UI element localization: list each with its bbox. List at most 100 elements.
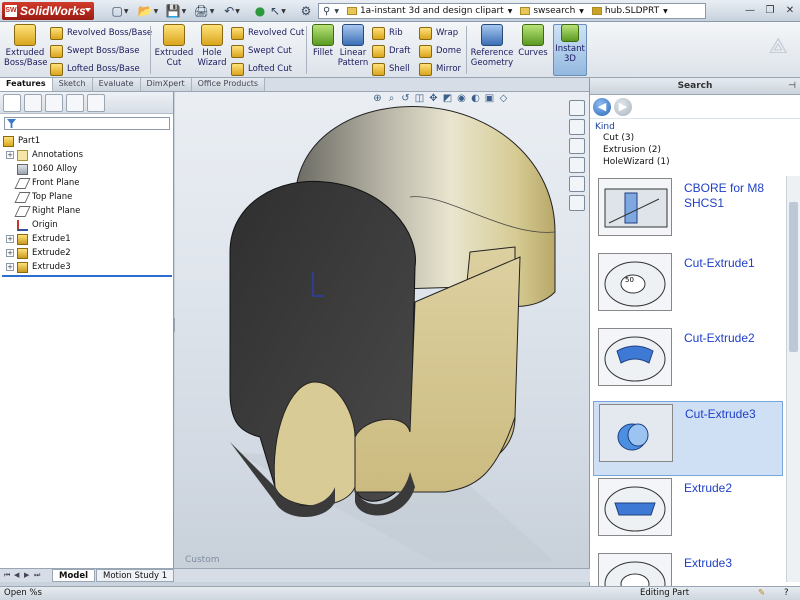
previous-tab-icon[interactable]: ◀ bbox=[14, 571, 22, 580]
expand-icon[interactable]: + bbox=[6, 249, 14, 257]
design-library-icon[interactable] bbox=[569, 119, 585, 135]
solidworks-menu-button[interactable]: SW SolidWorks bbox=[2, 2, 94, 20]
reference-geometry-button[interactable]: Reference Geometry bbox=[470, 24, 514, 68]
kind-item[interactable]: Extrusion (2) bbox=[595, 144, 795, 156]
swept-cut-button[interactable]: Swept Cut bbox=[231, 43, 292, 59]
tab-evaluate[interactable]: Evaluate bbox=[92, 78, 141, 91]
status-bar: Open %s Editing Part ✎ ? bbox=[0, 586, 800, 600]
tree-root-part[interactable]: Part1 bbox=[0, 134, 174, 148]
help-icon[interactable]: ? bbox=[784, 588, 789, 598]
curves-button[interactable]: Curves bbox=[517, 24, 549, 58]
kind-item[interactable]: HoleWizard (1) bbox=[595, 156, 795, 168]
search-results-icon[interactable] bbox=[569, 157, 585, 173]
lofted-cut-button[interactable]: Lofted Cut bbox=[231, 61, 292, 77]
kind-item[interactable]: Cut (3) bbox=[595, 132, 795, 144]
search-result-item[interactable]: 50 Cut-Extrude1 bbox=[593, 251, 783, 326]
minimize-icon[interactable]: — bbox=[740, 2, 760, 19]
forward-arrow-icon[interactable]: ▶ bbox=[614, 97, 632, 116]
result-label: Cut-Extrude1 bbox=[684, 256, 755, 270]
open-folder-icon[interactable]: 📂 ▼ bbox=[136, 3, 160, 19]
revolved-boss-button[interactable]: Revolved Boss/Base bbox=[50, 25, 152, 41]
file-explorer-icon[interactable] bbox=[569, 138, 585, 154]
tree-node-annotations[interactable]: + Annotations bbox=[0, 148, 174, 162]
property-manager-tab-icon[interactable] bbox=[24, 93, 42, 112]
tree-node-top-plane[interactable]: Top Plane bbox=[0, 190, 174, 204]
swept-boss-button[interactable]: Swept Boss/Base bbox=[50, 43, 139, 59]
feature-filter-input[interactable] bbox=[4, 117, 170, 130]
dimxpert-manager-tab-icon[interactable] bbox=[66, 93, 84, 112]
breadcrumb-item[interactable]: 1a-instant 3d and design clipart ▼ bbox=[343, 6, 516, 16]
search-result-item-selected[interactable]: Cut-Extrude3 bbox=[593, 401, 783, 476]
save-icon[interactable]: 💾 ▼ bbox=[164, 3, 188, 19]
back-arrow-icon[interactable]: ◀ bbox=[593, 97, 611, 116]
display-manager-tab-icon[interactable] bbox=[87, 93, 105, 112]
expand-icon[interactable]: + bbox=[6, 263, 14, 271]
tree-node-front-plane[interactable]: Front Plane bbox=[0, 176, 174, 190]
next-tab-icon[interactable]: ▶ bbox=[24, 571, 32, 580]
undo-icon[interactable]: ↶ ▼ bbox=[220, 3, 244, 19]
select-icon[interactable]: ↖ ▼ bbox=[266, 3, 290, 19]
configuration-manager-tab-icon[interactable] bbox=[45, 93, 63, 112]
solidworks-resources-icon[interactable] bbox=[569, 100, 585, 116]
search-icon[interactable]: ⚲ ▼ bbox=[319, 6, 343, 17]
extruded-boss-button[interactable]: Extruded Boss/Base bbox=[4, 24, 47, 68]
graphics-viewport[interactable]: ⊕ ⌕ ↺ ◫ ✥ ◩ ◉ ◐ ▣ ◇ Custom bbox=[175, 92, 589, 568]
expand-icon[interactable]: + bbox=[6, 235, 14, 243]
results-scrollbar[interactable] bbox=[786, 176, 800, 582]
linear-pattern-button[interactable]: Linear Pattern bbox=[336, 24, 370, 68]
revolved-cut-button[interactable]: Revolved Cut bbox=[231, 25, 304, 41]
rollback-bar[interactable] bbox=[2, 275, 172, 277]
draft-button[interactable]: Draft bbox=[372, 43, 410, 59]
search-results-list: CBORE for M8 SHCS1 50 Cut-Extrude1 Cut-E… bbox=[593, 176, 783, 600]
restore-icon[interactable]: ❐ bbox=[760, 2, 780, 19]
tree-node-right-plane[interactable]: Right Plane bbox=[0, 204, 174, 218]
tab-dimxpert[interactable]: DimXpert bbox=[140, 78, 192, 91]
mirror-button[interactable]: Mirror bbox=[419, 61, 461, 77]
lofted-boss-button[interactable]: Lofted Boss/Base bbox=[50, 61, 140, 77]
last-tab-icon[interactable]: ⏭ bbox=[34, 571, 42, 580]
options-gear-icon[interactable]: ⚙ bbox=[294, 3, 318, 19]
tree-node-origin[interactable]: Origin bbox=[0, 218, 174, 232]
result-label: Extrude2 bbox=[684, 481, 733, 495]
hole-wizard-button[interactable]: Hole Wizard bbox=[197, 24, 227, 68]
scrollbar-thumb[interactable] bbox=[789, 202, 798, 352]
part-model[interactable] bbox=[175, 92, 589, 568]
fillet-button[interactable]: Fillet bbox=[310, 24, 336, 58]
tab-office-products[interactable]: Office Products bbox=[191, 78, 266, 91]
view-palette-icon[interactable] bbox=[569, 176, 585, 192]
wrap-button[interactable]: Wrap bbox=[419, 25, 458, 41]
breadcrumb[interactable]: ⚲ ▼ 1a-instant 3d and design clipart ▼ sws… bbox=[318, 3, 706, 19]
revolved-boss-icon bbox=[50, 26, 63, 40]
print-icon[interactable]: 🖨 ▼ bbox=[192, 3, 216, 19]
breadcrumb-item[interactable]: swsearch ▼ bbox=[516, 6, 588, 16]
search-result-item[interactable]: CBORE for M8 SHCS1 bbox=[593, 176, 783, 251]
tab-motion-study-1[interactable]: Motion Study 1 bbox=[96, 569, 175, 582]
tab-sketch[interactable]: Sketch bbox=[52, 78, 93, 91]
search-result-item[interactable]: Cut-Extrude2 bbox=[593, 326, 783, 401]
status-message: Open %s bbox=[4, 588, 42, 598]
app-title: SolidWorks bbox=[20, 4, 86, 18]
pin-icon[interactable]: ⊣ bbox=[788, 78, 796, 94]
tree-node-extrude3[interactable]: + Extrude3 bbox=[0, 260, 174, 274]
instant-3d-button[interactable]: Instant 3D bbox=[555, 24, 585, 64]
rebuild-status-icon[interactable]: ✎ bbox=[758, 588, 765, 598]
first-tab-icon[interactable]: ⏮ bbox=[4, 571, 12, 580]
extruded-cut-button[interactable]: Extruded Cut bbox=[154, 24, 194, 68]
tab-model[interactable]: Model bbox=[52, 569, 96, 582]
dome-button[interactable]: Dome bbox=[419, 43, 461, 59]
close-icon[interactable]: ✕ bbox=[780, 2, 800, 19]
expand-icon[interactable]: + bbox=[6, 151, 14, 159]
shell-button[interactable]: Shell bbox=[372, 61, 410, 77]
new-document-icon[interactable]: ▢ ▼ bbox=[108, 3, 132, 19]
appearances-icon[interactable] bbox=[569, 195, 585, 211]
tree-node-extrude1[interactable]: + Extrude1 bbox=[0, 232, 174, 246]
breadcrumb-item[interactable]: hub.SLDPRT ▼ bbox=[588, 6, 672, 16]
search-result-item[interactable]: Extrude2 bbox=[593, 476, 783, 551]
feature-tree-tab-icon[interactable] bbox=[3, 93, 21, 112]
tab-features[interactable]: Features bbox=[0, 78, 53, 91]
kind-title[interactable]: Kind bbox=[595, 122, 795, 132]
rib-button[interactable]: Rib bbox=[372, 25, 403, 41]
tree-node-extrude2[interactable]: + Extrude2 bbox=[0, 246, 174, 260]
search-task-pane: Search ⊣ ◀ ▶ Kind Cut (3) Extrusion (2) … bbox=[589, 78, 800, 600]
tree-node-material[interactable]: 1060 Alloy bbox=[0, 162, 174, 176]
